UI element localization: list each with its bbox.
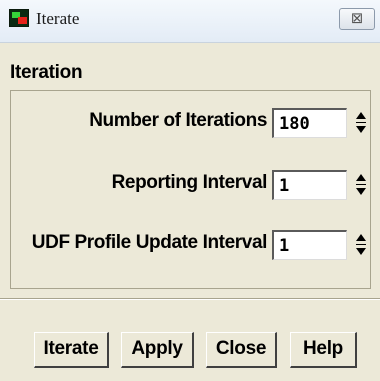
title-bar[interactable]: Iterate ⊠ (0, 0, 380, 43)
reporting-interval-label: Reporting Interval (111, 172, 268, 193)
window-title: Iterate (36, 9, 80, 28)
arrow-up-icon[interactable] (355, 109, 367, 122)
spinner-divider (356, 122, 366, 123)
button-separator (0, 298, 380, 300)
spinner-divider (356, 184, 366, 185)
iterate-button[interactable]: Iterate (34, 332, 109, 368)
udf-profile-update-interval-spinner[interactable] (355, 231, 367, 259)
udf-profile-update-interval-input[interactable]: 1 (272, 230, 347, 260)
arrow-up-icon[interactable] (355, 231, 367, 244)
iteration-group-title: Iteration (10, 62, 83, 83)
spinner-divider (356, 244, 366, 245)
close-icon: ⊠ (350, 10, 364, 27)
number-of-iterations-label: Number of Iterations (89, 110, 267, 131)
arrow-down-icon[interactable] (355, 124, 367, 137)
number-of-iterations-spinner[interactable] (355, 109, 367, 137)
help-button[interactable]: Help (290, 332, 357, 368)
udf-profile-update-interval-label: UDF Profile Update Interval (31, 232, 268, 253)
arrow-down-icon[interactable] (355, 186, 367, 199)
close-button[interactable]: Close (206, 332, 277, 368)
apply-button[interactable]: Apply (121, 332, 194, 368)
reporting-interval-spinner[interactable] (355, 171, 367, 199)
arrow-up-icon[interactable] (355, 171, 367, 184)
reporting-interval-input[interactable]: 1 (272, 170, 347, 200)
number-of-iterations-input[interactable]: 180 (272, 108, 347, 138)
close-window-button[interactable]: ⊠ (339, 8, 375, 30)
arrow-down-icon[interactable] (355, 246, 367, 259)
app-icon (9, 9, 29, 27)
iterate-dialog: Iterate ⊠ Iteration Number of Iterations… (0, 0, 380, 381)
